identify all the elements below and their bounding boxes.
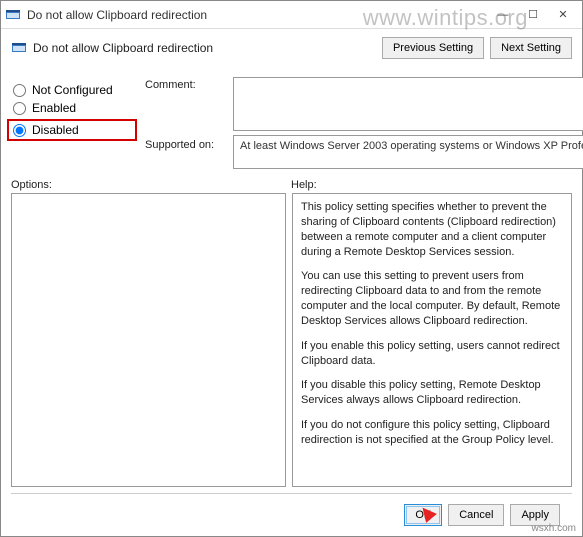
policy-editor-window: www.wintips.org Do not allow Clipboard r… bbox=[0, 0, 583, 537]
supported-on-text: At least Windows Server 2003 operating s… bbox=[240, 140, 583, 152]
nav-buttons: Previous Setting Next Setting bbox=[382, 37, 572, 59]
help-paragraph: You can use this setting to prevent user… bbox=[301, 269, 563, 328]
options-panel bbox=[11, 193, 286, 487]
radio-disabled-input[interactable] bbox=[13, 124, 26, 137]
comment-input[interactable] bbox=[233, 77, 583, 131]
app-icon bbox=[5, 7, 21, 23]
help-panel[interactable]: This policy setting specifies whether to… bbox=[292, 193, 572, 487]
supported-label: Supported on: bbox=[145, 135, 225, 151]
help-label: Help: bbox=[291, 179, 317, 191]
comment-row: Comment: bbox=[145, 77, 583, 131]
close-button[interactable]: ✕ bbox=[548, 4, 578, 26]
panel-labels: Options: Help: bbox=[11, 179, 572, 191]
window-controls: — ☐ ✕ bbox=[488, 4, 578, 26]
radio-disabled-label: Disabled bbox=[32, 123, 79, 137]
comment-supported-col: Comment: Supported on: At least Windows … bbox=[145, 69, 583, 169]
dialog-footer: OK Cancel Apply bbox=[11, 493, 572, 536]
minimize-button[interactable]: — bbox=[488, 4, 518, 26]
previous-setting-button[interactable]: Previous Setting bbox=[382, 37, 484, 59]
supported-row: Supported on: At least Windows Server 20… bbox=[145, 135, 583, 169]
cancel-button[interactable]: Cancel bbox=[448, 504, 504, 526]
header-row: Do not allow Clipboard redirection Previ… bbox=[1, 29, 582, 65]
dialog-body: Not Configured Enabled Disabled Comment: bbox=[1, 65, 582, 536]
header-title-area: Do not allow Clipboard redirection bbox=[11, 40, 213, 56]
window-title: Do not allow Clipboard redirection bbox=[27, 8, 488, 22]
state-radio-group: Not Configured Enabled Disabled bbox=[11, 69, 137, 169]
apply-button[interactable]: Apply bbox=[510, 504, 560, 526]
policy-title: Do not allow Clipboard redirection bbox=[33, 41, 213, 55]
radio-enabled-input[interactable] bbox=[13, 102, 26, 115]
help-paragraph: If you disable this policy setting, Remo… bbox=[301, 378, 563, 408]
help-paragraph: If you enable this policy setting, users… bbox=[301, 339, 563, 369]
panels: This policy setting specifies whether to… bbox=[11, 193, 572, 487]
title-bar: Do not allow Clipboard redirection — ☐ ✕ bbox=[1, 1, 582, 29]
top-area: Not Configured Enabled Disabled Comment: bbox=[11, 69, 572, 169]
radio-enabled[interactable]: Enabled bbox=[11, 101, 137, 115]
radio-disabled[interactable]: Disabled bbox=[7, 119, 137, 141]
help-paragraph: If you do not configure this policy sett… bbox=[301, 418, 563, 448]
ok-button[interactable]: OK bbox=[404, 504, 442, 526]
next-setting-button[interactable]: Next Setting bbox=[490, 37, 572, 59]
comment-label: Comment: bbox=[145, 77, 225, 91]
radio-enabled-label: Enabled bbox=[32, 101, 76, 115]
options-label: Options: bbox=[11, 179, 291, 191]
policy-icon bbox=[11, 40, 27, 56]
radio-not-configured-label: Not Configured bbox=[32, 83, 113, 97]
radio-not-configured-input[interactable] bbox=[13, 84, 26, 97]
supported-on-box: At least Windows Server 2003 operating s… bbox=[233, 135, 583, 169]
maximize-button[interactable]: ☐ bbox=[518, 4, 548, 26]
help-paragraph: This policy setting specifies whether to… bbox=[301, 200, 563, 259]
radio-not-configured[interactable]: Not Configured bbox=[11, 83, 137, 97]
